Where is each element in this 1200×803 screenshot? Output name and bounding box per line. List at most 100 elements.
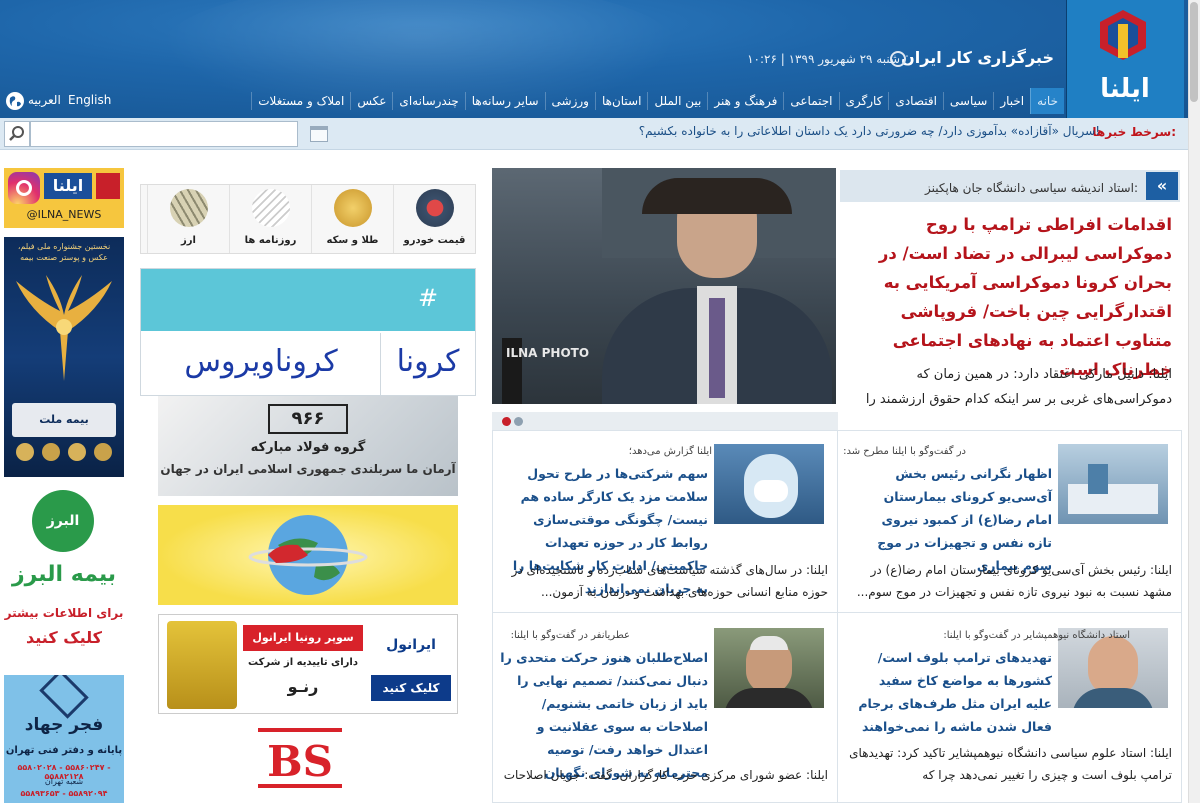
bimeh-mellat-ad[interactable]: نخستین جشنواره ملی فیلم، عکس و پوستر صنع… [4,237,124,477]
insta-handle: @ILNA_NEWS [26,208,102,221]
bs-logo: BS [258,728,342,788]
fajr-name: فجر جهاد [24,715,104,735]
news-supertitle: عطریانفر در گفت‌وگو با ایلنا: [510,630,630,641]
nav-item-news[interactable]: اخبار [993,92,1030,110]
lead-headline[interactable]: اقدامات افراطی ترامپ با روح دموکراسی لیب… [848,210,1172,384]
grid-divider [837,430,838,803]
news-thumb-icu[interactable] [1058,444,1168,524]
nav-item-international[interactable]: بین الملل [647,92,707,110]
main-nav: خانه اخبار سیاسی اقتصادی کارگری اجتماعی … [238,88,1064,114]
nav-item-culture[interactable]: فرهنگ و هنر [707,92,783,110]
nav-item-real-estate[interactable]: املاک و مستغلات [251,92,350,110]
golden-wings-icon [16,275,112,381]
quick-link-gold-coin[interactable]: طلا و سکه [311,185,393,253]
instagram-icon [8,172,40,204]
sponsor-logos [12,443,116,469]
news-supertitle: ایلنا گزارش می‌دهد؛ [628,446,712,457]
calendar-icon[interactable] [310,126,328,142]
image-caption: ILNA PHOTO [506,346,590,360]
lang-english-link[interactable]: English [68,93,111,107]
news-summary: ایلنا: استاد علوم سیاسی دانشگاه نیوهمپشا… [849,746,1172,782]
news-thumb-mask[interactable] [714,444,824,524]
double-chevron-icon[interactable]: « [1146,172,1178,200]
tag-coronavirus[interactable]: کروناویروس [142,333,380,395]
nav-item-social[interactable]: اجتماعی [783,92,838,110]
slider-dot-active[interactable] [502,417,511,426]
nav-item-economy[interactable]: اقتصادی [888,92,943,110]
bs-ad[interactable]: BS [158,722,458,803]
fajr-line-1: پایانه و دفتر فنی تهران [5,745,123,756]
iranol-ad[interactable]: سوپر رونیا ایرانول دارای تاییدیه از شرکت… [158,614,458,714]
news-summary: ایلنا: عضو شورای مرکزی حزب کارگزاران، گف… [503,768,828,782]
globe-icon[interactable] [6,92,24,110]
foolad-title: گروه فولاد مبارکه [250,440,366,455]
nav-item-home[interactable]: خانه [1030,88,1064,114]
site-title: خبرگزاری کار ایران [901,48,1054,67]
lead-image[interactable]: ILNA PHOTO [492,168,836,404]
alborz-cta-2: کلیک کنید [26,628,102,647]
news-summary: ایلنا: در سال‌های گذشته سیاست‌های شتاب‌ز… [511,563,828,599]
search-input[interactable] [30,121,298,147]
instagram-ad[interactable]: ایلنا @ILNA_NEWS [4,168,124,228]
bimeh-m-brand: بیمه ملت [12,403,116,437]
fajr-phone-2: ۵۵۸۹۳۶۵۳ - ۵۵۸۹۲۰۹۴ [20,789,108,798]
nav-item-sports[interactable]: ورزشی [544,92,595,110]
nav-item-provinces[interactable]: استان‌ها [594,92,647,110]
lead-supertitle: استاد اندیشه سیاسی دانشگاه جان هاپکینز: [925,181,1138,195]
iranol-cta: کلیک کنید [371,675,451,701]
quick-link-newspapers[interactable]: روزنامه ها [229,185,311,253]
newspaper-icon [251,189,290,227]
alborz-logo: البرز [32,490,94,552]
nav-item-labor[interactable]: کارگری [838,92,889,110]
lang-arabic-link[interactable]: العربیه [28,93,61,107]
nav-item-politics[interactable]: سیاسی [942,92,993,110]
insta-brand: ایلنا [44,173,92,199]
iranol-product: سوپر رونیا ایرانول [243,625,363,651]
globe-car-icon [248,515,368,595]
quick-link-currency[interactable]: ارز [147,185,229,253]
news-thumb-atrianfar[interactable] [714,628,824,708]
oil-can-icon [167,621,237,709]
fajr-jahad-ad[interactable]: فجر جهاد پایانه و دفتر فنی تهران ۵۵۸۰۲۰۲… [4,675,124,803]
lead-summary: ایلنا: دانیل مارکی اعتقاد دارد: در همین … [865,367,1172,407]
date-text: شنبه ۲۹ شهریور ۱۳۹۹ | ۱۰:۲۶ [747,52,900,66]
bimeh-alborz-ad[interactable]: البرز بیمه البرز برای اطلاعات بیشتر کلیک… [4,484,124,664]
hashtag-icon: # [418,284,439,312]
alborz-name: بیمه البرز [11,562,117,587]
iranol-renault: رنـو [287,677,319,696]
gold-coin-icon [333,189,372,227]
ilna-mini-logo-icon [96,173,120,199]
logo-text[interactable]: ایلنا [1066,74,1184,104]
search-button[interactable] [4,121,30,147]
scrollbar-thumb[interactable] [1190,2,1198,102]
quick-link-car-price[interactable]: قیمت خودرو [393,185,475,253]
nav-item-other-media[interactable]: سایر رسانه‌ها [464,92,545,110]
foolad-slogan: آرمان ما سربلندی جمهوری اسلامی ایران در … [160,462,456,476]
fajr-logo-icon [39,675,89,719]
news-summary: ایلنا: رئیس بخش آی‌سی‌یو کرونای بیمارستا… [856,563,1172,599]
news-supertitle: استاد دانشگاه نیوهمپشایر در گفت‌وگو با ا… [943,630,1130,641]
tag-corona[interactable]: کرونا [380,333,475,395]
bimeh-m-text: نخستین جشنواره ملی فیلم، عکس و پوستر صنع… [17,242,111,262]
hot-news-label: سرخط خبرها: [1092,125,1176,139]
iranol-brand: ایرانول [386,637,436,653]
globe-car-ad[interactable] [158,505,458,605]
slider-dot[interactable] [514,417,523,426]
news-headline[interactable]: تهدیدهای ترامپ بلوف است/ کشورها به مواضع… [856,646,1052,738]
scrollbar[interactable] [1188,0,1200,803]
nav-item-multimedia[interactable]: چندرسانه‌ای [392,92,464,110]
ilna-emblem-icon [1100,10,1146,60]
grid-divider [492,612,1182,613]
search-icon [9,126,24,141]
foolad-logo-icon: ۹۶۶ [268,404,348,434]
foolad-mobarakeh-ad[interactable]: ۹۶۶ گروه فولاد مبارکه آرمان ما سربلندی ج… [158,396,458,496]
news-supertitle: در گفت‌وگو با ایلنا مطرح شد: [843,446,966,457]
slider-controls [492,412,838,430]
alborz-cta-1: برای اطلاعات بیشتر [4,606,124,620]
quick-links-box: قیمت خودرو طلا و سکه روزنامه ها ارز [140,184,476,254]
nav-item-photo[interactable]: عکس [350,92,392,110]
fajr-line-2: شعبه تهران [44,777,84,786]
iranol-approval: دارای تاییدیه از شرکت [248,657,358,668]
hot-news-headline[interactable]: سریال «آقازاده» بدآموزی دارد/ چه ضرورتی … [639,124,1100,138]
car-icon [415,189,454,227]
